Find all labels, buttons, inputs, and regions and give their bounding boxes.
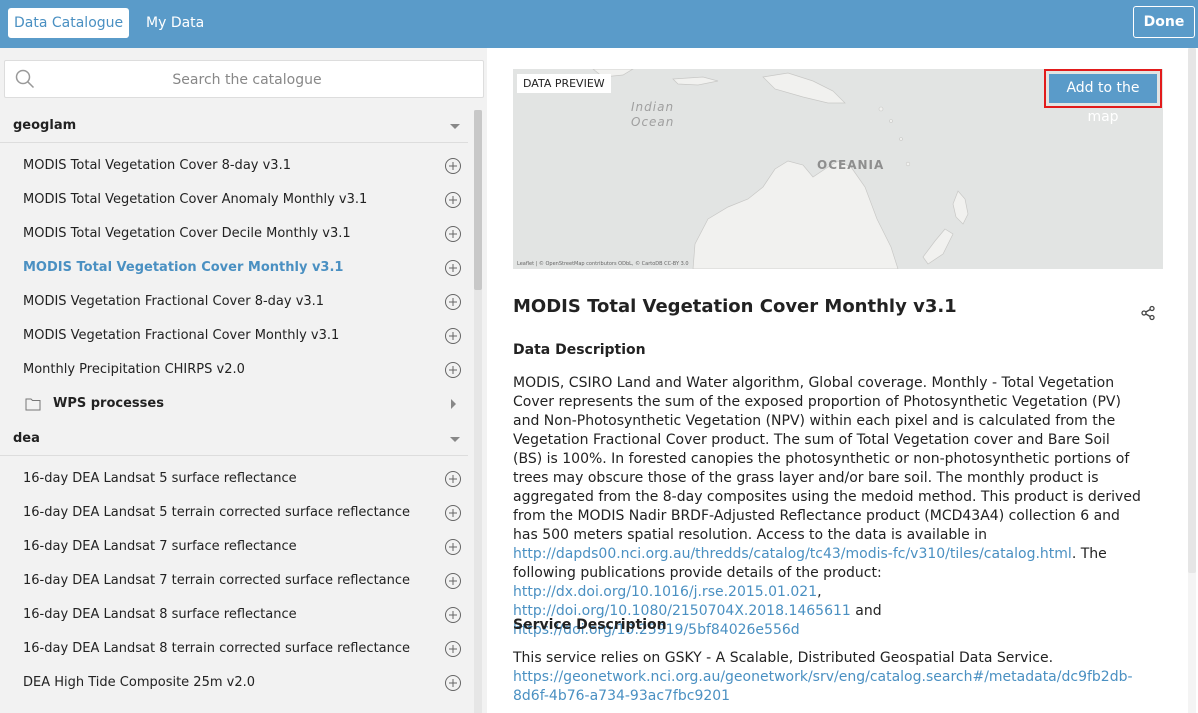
item-label: MODIS Total Vegetation Cover Anomaly Mon… <box>23 192 368 207</box>
catalogue-item[interactable]: Monthly Precipitation CHIRPS v2.0 <box>0 353 468 387</box>
caret-down-icon <box>450 437 460 442</box>
add-circle-icon[interactable] <box>444 538 462 556</box>
add-circle-icon[interactable] <box>444 327 462 345</box>
caret-down-icon <box>450 124 460 129</box>
share-icon[interactable] <box>1140 305 1156 321</box>
catalogue-item[interactable]: MODIS Total Vegetation Cover Anomaly Mon… <box>0 183 468 217</box>
geonetwork-link[interactable]: https://geonetwork.nci.org.au/geonetwork… <box>513 669 1133 704</box>
item-label: 16-day DEA Landsat 8 surface reflectance <box>23 607 297 622</box>
map-label-ocean: Ocean <box>631 115 674 129</box>
search-input[interactable] <box>45 61 449 99</box>
doi-link-1[interactable]: http://dx.doi.org/10.1016/j.rse.2015.01.… <box>513 584 817 600</box>
add-circle-icon[interactable] <box>444 225 462 243</box>
service-description-text: This service relies on GSKY - A Scalable… <box>513 649 1143 706</box>
search-box <box>4 60 484 99</box>
folder-label: WPS processes <box>53 396 164 411</box>
service-description-heading: Service Description <box>513 617 667 633</box>
item-label: DEA High Tide Composite 25m v2.0 <box>23 675 256 690</box>
service-body: This service relies on GSKY - A Scalable… <box>513 650 1054 666</box>
add-circle-icon[interactable] <box>444 606 462 624</box>
add-circle-icon[interactable] <box>444 572 462 590</box>
catalogue-item[interactable]: 16-day DEA Landsat 5 terrain corrected s… <box>0 496 468 530</box>
divider <box>0 142 468 143</box>
done-button[interactable]: Done <box>1133 6 1195 38</box>
group-dea[interactable]: dea <box>0 422 468 456</box>
item-label: MODIS Vegetation Fractional Cover 8-day … <box>23 294 325 309</box>
item-label: 16-day DEA Landsat 8 terrain corrected s… <box>23 641 411 656</box>
catalog-link[interactable]: http://dapds00.nci.org.au/thredds/catalo… <box>513 546 1072 562</box>
add-circle-icon[interactable] <box>444 361 462 379</box>
add-circle-icon[interactable] <box>444 259 462 277</box>
add-circle-icon[interactable] <box>444 674 462 692</box>
add-to-map-button[interactable]: Add to the map <box>1049 74 1157 125</box>
item-label: 16-day DEA Landsat 5 surface reflectance <box>23 471 297 486</box>
item-label: MODIS Total Vegetation Cover 8-day v3.1 <box>23 158 291 173</box>
add-circle-icon[interactable] <box>444 293 462 311</box>
add-to-map-button-highlight[interactable]: Add to the map <box>1044 69 1162 125</box>
tab-data-catalogue[interactable]: Data Catalogue <box>8 8 130 38</box>
catalogue-item[interactable]: 16-day DEA Landsat 7 terrain corrected s… <box>0 564 468 598</box>
detail-panel: Indian Ocean OCEANIA DATA PREVIEW Leafle… <box>487 48 1198 713</box>
data-description-text: MODIS, CSIRO Land and Water algorithm, G… <box>513 374 1143 640</box>
map-label-ocean: Indian <box>631 100 674 114</box>
dataset-title: MODIS Total Vegetation Cover Monthly v3.… <box>513 296 957 317</box>
add-circle-icon[interactable] <box>444 470 462 488</box>
group-label: dea <box>13 431 40 446</box>
search-icon <box>15 69 35 89</box>
top-bar: Data Catalogue My Data Done <box>0 0 1198 48</box>
item-label: MODIS Total Vegetation Cover Monthly v3.… <box>23 260 344 275</box>
catalogue-item[interactable]: 16-day DEA Landsat 8 surface reflectance <box>0 598 468 632</box>
catalogue-item[interactable]: MODIS Total Vegetation Cover 8-day v3.1 <box>0 149 468 183</box>
caret-right-icon <box>451 399 456 409</box>
detail-scrollbar-thumb[interactable] <box>1188 48 1196 573</box>
add-circle-icon[interactable] <box>444 640 462 658</box>
catalogue-item[interactable]: 16-day DEA Landsat 5 surface reflectance <box>0 462 468 496</box>
catalogue-item-selected[interactable]: MODIS Total Vegetation Cover Monthly v3.… <box>0 251 468 285</box>
item-label: 16-day DEA Landsat 5 terrain corrected s… <box>23 505 411 520</box>
catalogue-item[interactable]: 16-day DEA Landsat 7 surface reflectance <box>0 530 468 564</box>
item-label: 16-day DEA Landsat 7 surface reflectance <box>23 539 297 554</box>
tab-my-data[interactable]: My Data <box>140 8 210 38</box>
catalogue-item[interactable]: 16-day DEA Landsat 8 terrain corrected s… <box>0 632 468 666</box>
group-geoglam[interactable]: geoglam <box>0 109 468 143</box>
folder-icon <box>25 398 41 411</box>
data-description-heading: Data Description <box>513 342 646 358</box>
catalogue-scrollbar-thumb[interactable] <box>474 110 482 290</box>
add-circle-icon[interactable] <box>444 504 462 522</box>
map-label-region: OCEANIA <box>817 158 884 172</box>
folder-wps-processes[interactable]: WPS processes <box>0 387 468 421</box>
item-label: 16-day DEA Landsat 7 terrain corrected s… <box>23 573 411 588</box>
divider <box>0 455 468 456</box>
item-label: Monthly Precipitation CHIRPS v2.0 <box>23 362 245 377</box>
description-body: MODIS, CSIRO Land and Water algorithm, G… <box>513 375 1141 543</box>
separator: , <box>817 584 822 600</box>
group-label: geoglam <box>13 118 77 133</box>
map-attribution: Leaflet | © OpenStreetMap contributors O… <box>517 261 689 267</box>
add-circle-icon[interactable] <box>444 191 462 209</box>
catalogue-item[interactable]: DEA High Tide Composite 25m v2.0 <box>0 666 468 700</box>
data-preview-map[interactable]: Indian Ocean OCEANIA DATA PREVIEW Leafle… <box>513 69 1163 269</box>
and-text: and <box>850 603 882 619</box>
catalogue-item[interactable]: MODIS Vegetation Fractional Cover Monthl… <box>0 319 468 353</box>
data-preview-label: DATA PREVIEW <box>517 74 611 93</box>
item-label: MODIS Total Vegetation Cover Decile Mont… <box>23 226 351 241</box>
catalogue-item[interactable]: MODIS Vegetation Fractional Cover 8-day … <box>0 285 468 319</box>
catalogue-item[interactable]: MODIS Total Vegetation Cover Decile Mont… <box>0 217 468 251</box>
item-label: MODIS Vegetation Fractional Cover Monthl… <box>23 328 340 343</box>
catalogue-panel: geoglam MODIS Total Vegetation Cover 8-d… <box>0 48 487 713</box>
add-circle-icon[interactable] <box>444 157 462 175</box>
